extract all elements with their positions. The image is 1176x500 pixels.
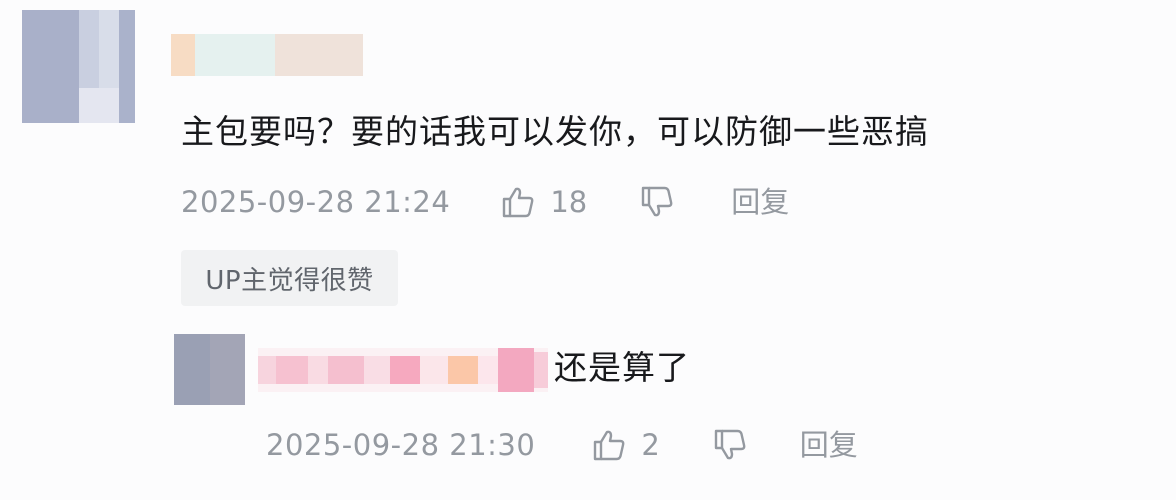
- avatar[interactable]: [22, 10, 135, 123]
- reply-reply-button[interactable]: 回复: [800, 427, 858, 463]
- reply-like-button[interactable]: 2: [591, 427, 660, 463]
- thumbs-up-icon: [591, 427, 627, 463]
- like-button[interactable]: 18: [500, 184, 587, 220]
- reply-meta: 2025-09-28 21:30 2 回复: [266, 427, 858, 463]
- thumbs-up-icon: [500, 184, 536, 220]
- username[interactable]: [171, 34, 363, 76]
- comment-content: 主包要吗？要的话我可以发你，可以防御一些恶搞: [181, 112, 929, 151]
- like-count: 18: [550, 185, 588, 219]
- reply-button[interactable]: 回复: [731, 184, 789, 220]
- reply-username[interactable]: [258, 348, 548, 392]
- comment-section: 主包要吗？要的话我可以发你，可以防御一些恶搞 2025-09-28 21:24 …: [0, 0, 1176, 500]
- reply-dislike-button[interactable]: [712, 427, 748, 463]
- thumbs-down-icon: [639, 184, 675, 220]
- up-liked-badge: UP主觉得很赞: [181, 250, 398, 306]
- reply-content: 还是算了: [554, 348, 690, 387]
- reply-like-count: 2: [641, 428, 660, 462]
- comment-timestamp: 2025-09-28 21:24: [181, 185, 451, 219]
- reply-avatar[interactable]: [174, 334, 245, 405]
- thumbs-down-icon: [712, 427, 748, 463]
- dislike-button[interactable]: [639, 184, 675, 220]
- reply-timestamp: 2025-09-28 21:30: [266, 428, 536, 462]
- comment-meta: 2025-09-28 21:24 18 回复: [181, 184, 789, 220]
